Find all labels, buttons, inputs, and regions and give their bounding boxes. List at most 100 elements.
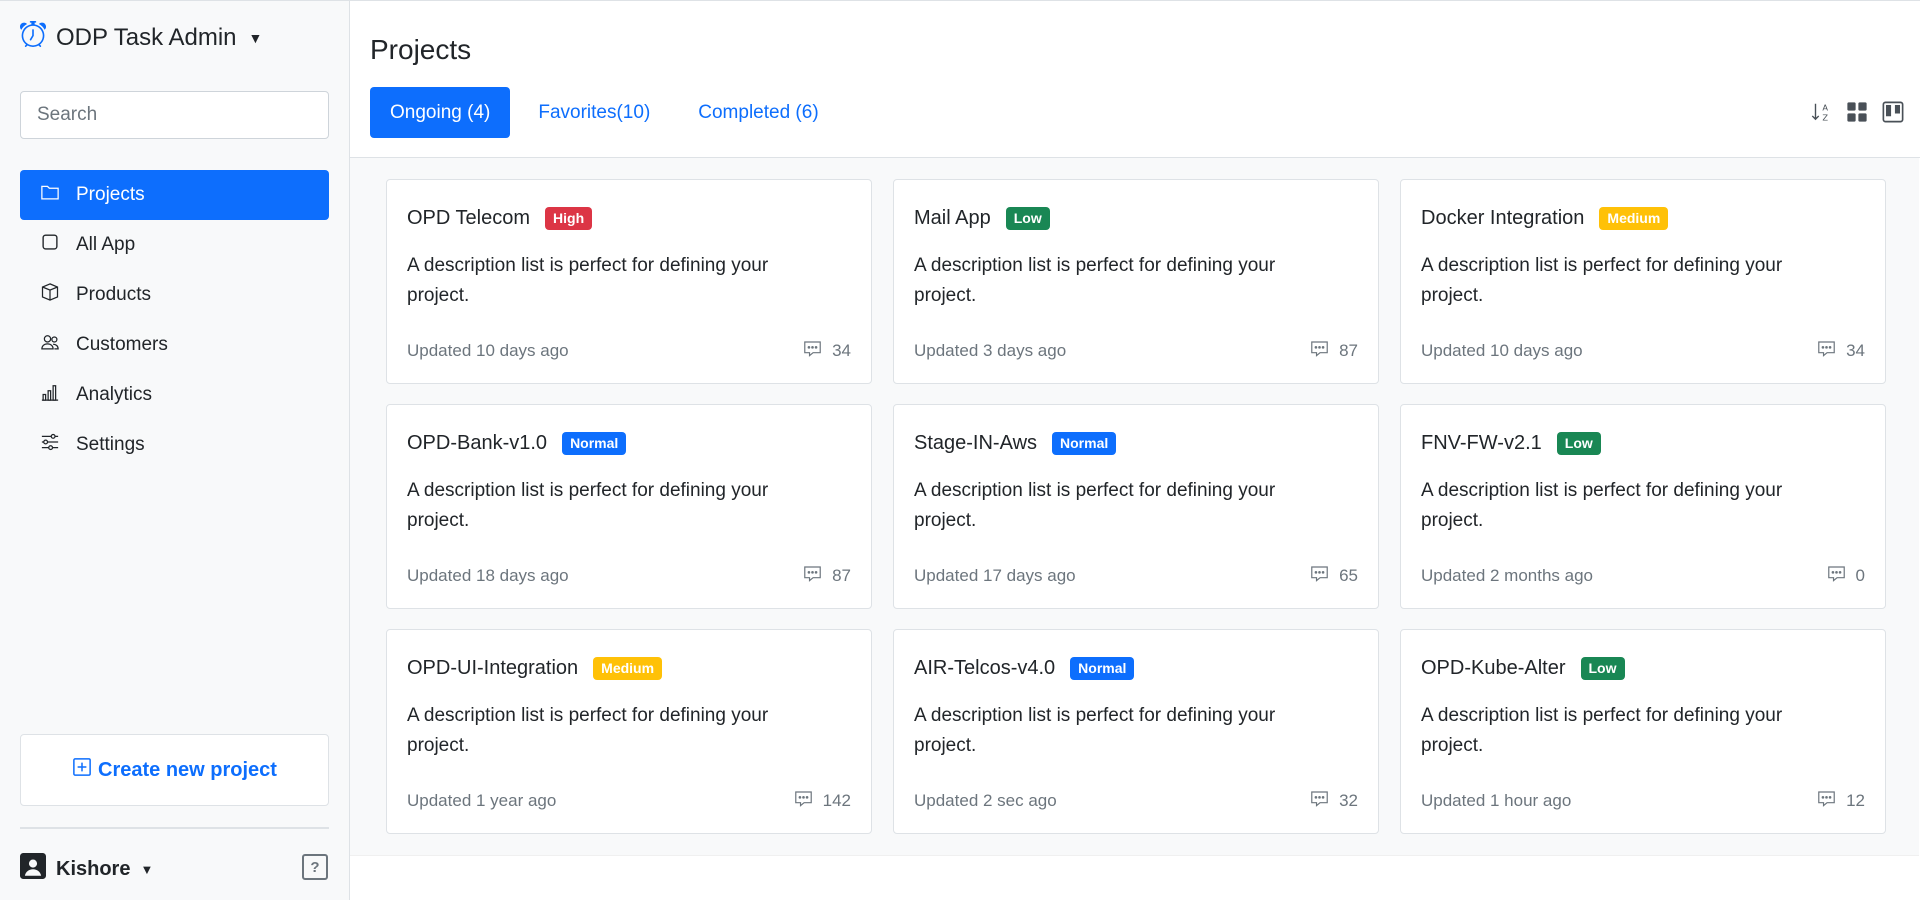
svg-text:Z: Z	[1822, 112, 1828, 122]
comment-count-value: 65	[1339, 566, 1358, 585]
project-card[interactable]: Docker Integration Medium A description …	[1400, 179, 1886, 384]
comment-count[interactable]: 32	[1310, 789, 1358, 813]
sidebar-item-label: Projects	[76, 184, 145, 205]
caret-down-icon: ▼	[248, 29, 263, 46]
priority-badge: High	[545, 207, 593, 231]
project-card[interactable]: Mail App Low A description list is perfe…	[893, 179, 1379, 384]
project-description: A description list is perfect for defini…	[914, 255, 1276, 307]
comment-count[interactable]: 87	[1310, 339, 1358, 363]
tab-ongoing[interactable]: Ongoing (4)	[370, 87, 511, 138]
comment-count-value: 32	[1339, 791, 1358, 810]
project-description: A description list is perfect for defini…	[1421, 255, 1783, 307]
folder-icon	[40, 182, 60, 208]
project-card[interactable]: AIR-Telcos-v4.0 Normal A description lis…	[893, 629, 1379, 834]
project-updated: Updated 18 days ago	[407, 566, 569, 585]
project-card-header: OPD Telecom High	[407, 207, 851, 231]
sidebar-item-settings[interactable]: Settings	[20, 420, 329, 470]
caret-down-icon: ▼	[140, 861, 154, 877]
sidebar-nav: Projects All App Products Customers Anal…	[20, 170, 329, 470]
project-card-header: AIR-Telcos-v4.0 Normal	[914, 657, 1358, 681]
sidebar-item-analytics[interactable]: Analytics	[20, 370, 329, 420]
help-button[interactable]: ?	[302, 854, 328, 880]
project-card-header: OPD-Kube-Alter Low	[1421, 657, 1865, 681]
project-card-footer: Updated 1 hour ago 12	[1421, 789, 1865, 813]
kanban-view-icon[interactable]	[1882, 101, 1904, 123]
sort-alpha-icon[interactable]: AZ	[1810, 101, 1832, 123]
project-card-header: FNV-FW-v2.1 Low	[1421, 432, 1865, 456]
tab-favorites[interactable]: Favorites(10)	[518, 87, 670, 138]
search-input[interactable]	[20, 91, 329, 139]
tab-completed[interactable]: Completed (6)	[678, 87, 838, 138]
sidebar-item-label: All App	[76, 234, 136, 255]
priority-badge: Low	[1005, 207, 1050, 231]
app-root: ODP Task Admin ▼ Projects All App	[0, 0, 1920, 900]
sidebar-divider	[20, 827, 329, 829]
project-card-footer: Updated 2 months ago 0	[1421, 564, 1865, 588]
question-icon: ?	[310, 858, 320, 876]
project-title: Stage-IN-Aws	[914, 432, 1038, 455]
project-updated: Updated 1 hour ago	[1421, 791, 1572, 810]
sidebar-item-label: Customers	[76, 334, 168, 355]
chat-icon	[1827, 564, 1846, 588]
comment-count[interactable]: 87	[803, 564, 851, 588]
project-card-footer: Updated 3 days ago 87	[914, 339, 1358, 363]
project-card-footer: Updated 10 days ago 34	[407, 339, 851, 363]
project-card[interactable]: FNV-FW-v2.1 Low A description list is pe…	[1400, 404, 1886, 609]
project-title: OPD-UI-Integration	[407, 657, 579, 680]
project-card[interactable]: OPD-Kube-Alter Low A description list is…	[1400, 629, 1886, 834]
user-menu[interactable]: Kishore ▼	[20, 853, 153, 885]
bar-chart-icon	[40, 382, 60, 408]
project-updated: Updated 17 days ago	[914, 566, 1076, 585]
comment-count-value: 34	[832, 341, 851, 360]
plus-square-icon	[72, 757, 92, 783]
project-card[interactable]: OPD-UI-Integration Medium A description …	[386, 629, 872, 834]
priority-badge: Normal	[1070, 657, 1135, 681]
app-brand-menu[interactable]: ODP Task Admin ▼	[20, 21, 262, 54]
project-card[interactable]: Stage-IN-Aws Normal A description list i…	[893, 404, 1379, 609]
project-tabs: Ongoing (4) Favorites(10) Completed (6)	[370, 87, 839, 138]
project-card[interactable]: OPD Telecom High A description list is p…	[386, 179, 872, 384]
project-updated: Updated 2 months ago	[1421, 566, 1594, 585]
project-updated: Updated 10 days ago	[1421, 341, 1583, 360]
page-title: Projects	[370, 34, 472, 65]
comment-count-value: 0	[1855, 566, 1865, 585]
comment-count[interactable]: 34	[803, 339, 851, 363]
create-project-button[interactable]: Create new project	[20, 734, 329, 806]
project-card-header: Stage-IN-Aws Normal	[914, 432, 1358, 456]
project-title: Docker Integration	[1421, 207, 1585, 230]
view-tools: AZ	[1810, 101, 1904, 123]
project-title: Mail App	[914, 207, 991, 230]
sliders-icon	[40, 432, 60, 458]
chat-icon	[1310, 789, 1329, 813]
projects-content: OPD Telecom High A description list is p…	[350, 158, 1919, 856]
project-card-footer: Updated 10 days ago 34	[1421, 339, 1865, 363]
sidebar-item-label: Analytics	[76, 384, 153, 405]
sidebar-item-label: Settings	[76, 434, 145, 455]
project-title: OPD-Kube-Alter	[1421, 657, 1566, 680]
project-card-footer: Updated 2 sec ago 32	[914, 789, 1358, 813]
project-card-footer: Updated 17 days ago 65	[914, 564, 1358, 588]
users-icon	[40, 332, 60, 358]
priority-badge: Low	[1580, 657, 1625, 681]
sidebar-item-customers[interactable]: Customers	[20, 320, 329, 370]
svg-text:A: A	[1822, 103, 1828, 113]
comment-count[interactable]: 0	[1827, 564, 1865, 588]
project-grid: OPD Telecom High A description list is p…	[386, 179, 1886, 834]
comment-count[interactable]: 142	[794, 789, 851, 813]
project-card[interactable]: OPD-Bank-v1.0 Normal A description list …	[386, 404, 872, 609]
comment-count-value: 87	[832, 566, 851, 585]
grid-view-icon[interactable]	[1846, 101, 1868, 123]
comment-count[interactable]: 34	[1817, 339, 1865, 363]
box-icon	[40, 282, 60, 308]
project-card-header: Mail App Low	[914, 207, 1358, 231]
comment-count[interactable]: 12	[1817, 789, 1865, 813]
comment-count[interactable]: 65	[1310, 564, 1358, 588]
sidebar-item-products[interactable]: Products	[20, 270, 329, 320]
project-card-header: Docker Integration Medium	[1421, 207, 1865, 231]
comment-count-value: 87	[1339, 341, 1358, 360]
chat-icon	[1817, 339, 1836, 363]
sidebar-item-all-app[interactable]: All App	[20, 220, 329, 270]
sidebar-item-projects[interactable]: Projects	[20, 170, 329, 220]
project-title: FNV-FW-v2.1	[1421, 432, 1542, 455]
project-description: A description list is perfect for defini…	[914, 480, 1276, 532]
